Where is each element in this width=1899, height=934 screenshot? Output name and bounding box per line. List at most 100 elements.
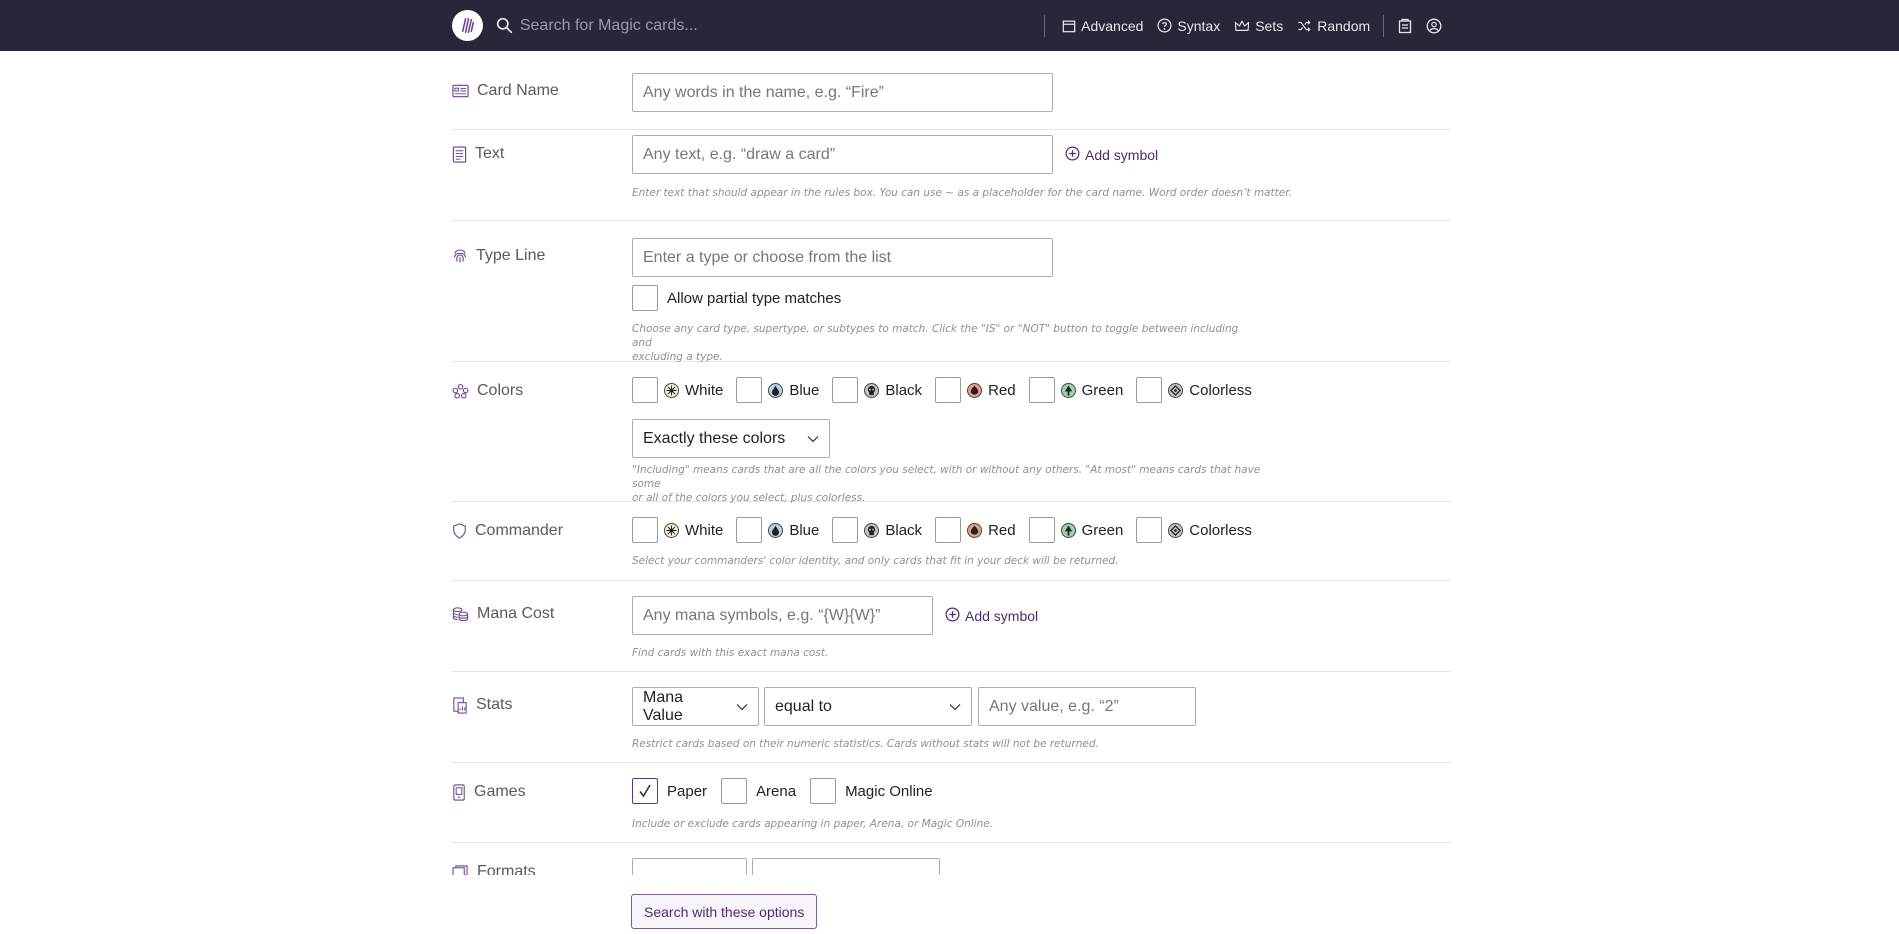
- commander-blue-checkbox[interactable]: [736, 517, 763, 543]
- colors-black-option[interactable]: Black: [832, 377, 922, 403]
- account-icon[interactable]: [1425, 17, 1442, 35]
- commander-help: Select your commanders' color identity, …: [632, 555, 1119, 567]
- green-mana-icon: [1060, 382, 1076, 398]
- magic-online-option[interactable]: Magic Online: [810, 778, 933, 804]
- games-heading: Games: [452, 783, 526, 801]
- colors-green-option[interactable]: Green: [1028, 377, 1123, 403]
- colors-black-checkbox[interactable]: [832, 377, 859, 403]
- commander-black-checkbox[interactable]: [832, 517, 859, 543]
- add-symbol-label: Add symbol: [965, 608, 1039, 624]
- stat-select[interactable]: Mana Value: [632, 687, 759, 726]
- red-mana-icon: [967, 382, 983, 398]
- card-name-label: Card Name: [477, 82, 559, 99]
- nav-divider: [1044, 14, 1046, 37]
- magic-online-checkbox[interactable]: [810, 778, 837, 804]
- shuffle-icon: [1297, 19, 1312, 33]
- colors-blue-checkbox[interactable]: [736, 377, 763, 403]
- commander-blue-label: Blue: [789, 521, 820, 539]
- blue-mana-icon: [768, 522, 784, 538]
- colors-help-line-1: "Including" means cards that are all the…: [632, 464, 1261, 490]
- black-mana-icon: [864, 382, 880, 398]
- text-label: Text: [475, 145, 505, 162]
- scryfall-logo[interactable]: [452, 10, 483, 41]
- commander-white-label: White: [685, 521, 724, 539]
- commander-colorless-option[interactable]: Colorless: [1136, 517, 1252, 543]
- crown-icon: [1234, 19, 1250, 33]
- commander-colorless-checkbox[interactable]: [1136, 517, 1163, 543]
- colors-blue-option[interactable]: Blue: [736, 377, 819, 403]
- commander-white-option[interactable]: White: [632, 517, 723, 543]
- id-card-icon: [452, 84, 469, 98]
- arena-option[interactable]: Arena: [721, 778, 796, 804]
- card-name-row: Card Name: [452, 51, 1451, 130]
- format-select[interactable]: [752, 858, 940, 875]
- paper-label: Paper: [667, 782, 708, 800]
- games-checkbox-group: Paper Arena Magic Online: [632, 778, 933, 804]
- commander-black-option[interactable]: Black: [832, 517, 922, 543]
- syntax-link[interactable]: Syntax: [1157, 18, 1220, 34]
- colors-white-option[interactable]: White: [632, 377, 723, 403]
- colors-green-checkbox[interactable]: [1028, 377, 1055, 403]
- card-name-input[interactable]: [632, 73, 1053, 112]
- random-label: Random: [1317, 17, 1371, 34]
- type-line-input[interactable]: [632, 238, 1053, 277]
- colors-red-label: Red: [988, 381, 1016, 399]
- advanced-link[interactable]: Advanced: [1062, 18, 1143, 34]
- paper-option[interactable]: Paper: [632, 778, 707, 804]
- chevron-down-icon: [736, 698, 748, 716]
- green-mana-icon: [1060, 522, 1076, 538]
- saved-cards-icon[interactable]: [1396, 17, 1413, 35]
- commander-label: Commander: [475, 522, 564, 539]
- search-submit-button[interactable]: Search with these options: [631, 894, 818, 929]
- arena-checkbox[interactable]: [721, 778, 748, 804]
- colors-row: Colors White Blue Black Red Green Colorl…: [452, 362, 1451, 504]
- formats-row: Formats: [452, 843, 1451, 875]
- colors-white-checkbox[interactable]: [632, 377, 658, 403]
- mana-cost-heading: Mana Cost: [452, 605, 554, 623]
- nav-divider: [1383, 14, 1385, 37]
- commander-colorless-label: Colorless: [1189, 521, 1252, 539]
- commander-green-option[interactable]: Green: [1028, 517, 1123, 543]
- commander-red-checkbox[interactable]: [935, 517, 962, 543]
- stat-value-input[interactable]: [978, 687, 1196, 726]
- partial-type-option[interactable]: Allow partial type matches: [632, 285, 841, 311]
- document-chart-icon: [452, 696, 468, 714]
- colors-checkbox-group: White Blue Black Red Green Colorless: [632, 377, 1252, 403]
- checkmark-icon: [639, 784, 651, 798]
- sets-link[interactable]: Sets: [1234, 18, 1283, 34]
- format-legality-select[interactable]: [632, 858, 747, 875]
- games-help: Include or exclude cards appearing in pa…: [632, 818, 994, 830]
- commander-heading: Commander: [452, 522, 563, 540]
- commander-blue-option[interactable]: Blue: [736, 517, 819, 543]
- random-link[interactable]: Random: [1297, 18, 1370, 34]
- search-input[interactable]: [519, 10, 1001, 41]
- chevron-down-icon: [807, 430, 819, 448]
- colors-heading: Colors: [452, 382, 523, 400]
- paper-checkbox[interactable]: [632, 778, 658, 804]
- colors-mode-select[interactable]: Exactly these colors: [632, 419, 830, 458]
- colors-blue-label: Blue: [789, 381, 820, 399]
- mana-cost-input[interactable]: [632, 596, 933, 635]
- coins-icon: [452, 606, 469, 622]
- colors-colorless-checkbox[interactable]: [1136, 377, 1163, 403]
- colors-black-label: Black: [885, 381, 923, 399]
- partial-type-checkbox[interactable]: [632, 285, 658, 311]
- text-add-symbol-button[interactable]: Add symbol: [1065, 146, 1158, 164]
- colors-colorless-option[interactable]: Colorless: [1136, 377, 1252, 403]
- colors-red-option[interactable]: Red: [935, 377, 1016, 403]
- mana-cost-add-symbol-button[interactable]: Add symbol: [945, 607, 1038, 625]
- stats-heading: Stats: [452, 696, 512, 714]
- commander-red-label: Red: [988, 521, 1016, 539]
- sets-label: Sets: [1255, 17, 1284, 34]
- stat-select-value: Mana Value: [643, 688, 684, 724]
- colors-red-checkbox[interactable]: [935, 377, 962, 403]
- commander-white-checkbox[interactable]: [632, 517, 658, 543]
- black-mana-icon: [864, 522, 880, 538]
- colors-mode-value: Exactly these colors: [643, 429, 786, 447]
- commander-green-checkbox[interactable]: [1028, 517, 1055, 543]
- games-label: Games: [474, 783, 526, 800]
- comparator-select[interactable]: equal to: [764, 687, 972, 726]
- text-input[interactable]: [632, 135, 1053, 174]
- blue-mana-icon: [768, 382, 784, 398]
- commander-red-option[interactable]: Red: [935, 517, 1016, 543]
